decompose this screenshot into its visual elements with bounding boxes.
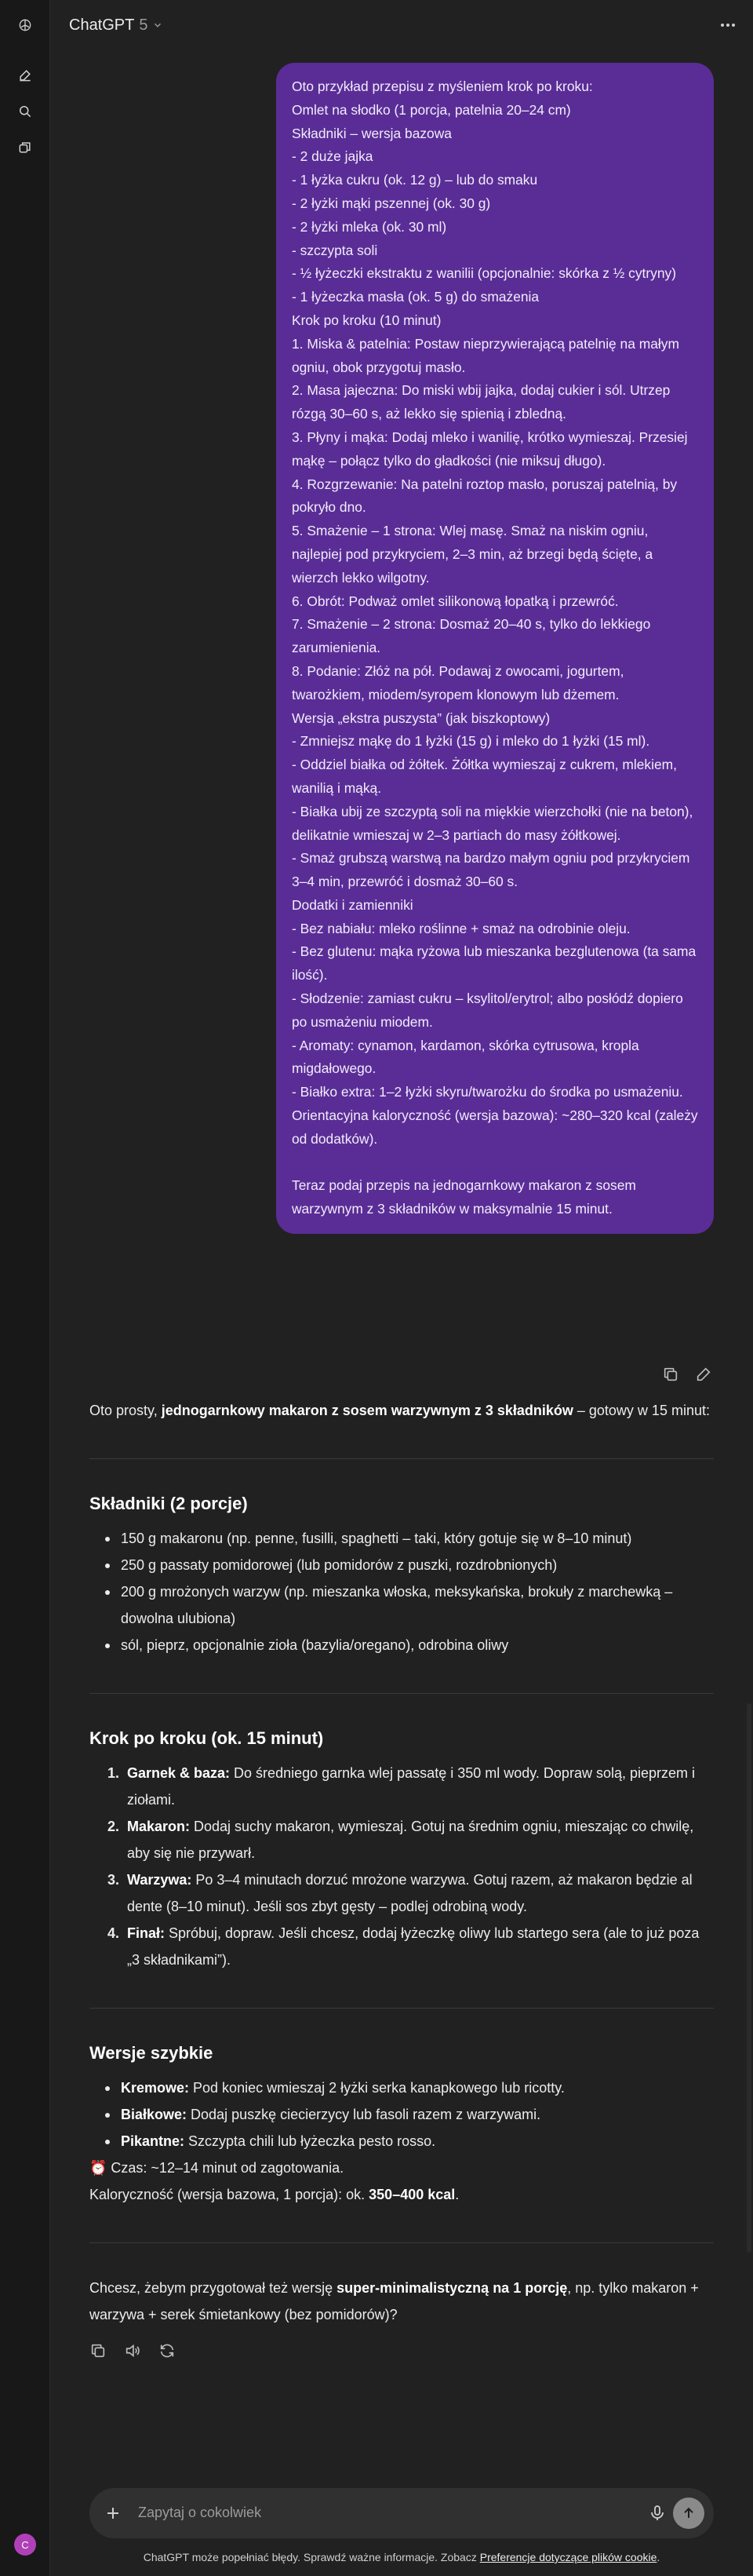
list-item: 150 g makaronu (np. penne, fusilli, spag… xyxy=(89,1525,714,1552)
user-message-line: - Bez nabiału: mleko roślinne + smaż na … xyxy=(292,920,631,936)
list-item: 3. Warzywa: Po 3–4 minutach dorzuć mrożon… xyxy=(107,1872,693,1914)
list-item: 1. Garnek & baza: Do średniego garnka wle… xyxy=(107,1765,696,1808)
assistant-message: Oto prosty, jednogarnkowy makaron z sose… xyxy=(89,1397,714,2328)
divider xyxy=(89,1693,714,1694)
model-selector[interactable]: ChatGPT 5 xyxy=(69,16,163,35)
app-title: ChatGPT xyxy=(69,16,135,34)
ingredients-list: 150 g makaronu (np. penne, fusilli, spag… xyxy=(89,1525,714,1658)
user-message-line: 7. Smażenie – 2 strona: Dosmaż 20–40 s, … xyxy=(292,616,655,656)
user-message-line: Dodatki i zamienniki xyxy=(292,896,413,913)
user-message-line: - Zmniejsz mąkę do 1 łyżki (15 g) i mlek… xyxy=(292,733,650,750)
steps-list: 1. Garnek & baza: Do średniego garnka wle… xyxy=(89,1760,714,1973)
user-message-line: - Oddziel białka od żółtek. Żółtka wymie… xyxy=(292,757,681,796)
user-message-line: - 2 łyżki mąki pszennej (ok. 30 g) xyxy=(292,195,491,211)
user-message-line: - Słodzenie: zamiast cukru – ksylitol/er… xyxy=(292,991,687,1030)
header: ChatGPT 5 xyxy=(50,0,753,50)
list-item: Białkowe: Dodaj puszkę ciecierzycy lub f… xyxy=(89,2101,714,2128)
ingredients-heading: Składniki (2 porcje) xyxy=(89,1494,248,1513)
user-message-line: Składniki – wersja bazowa xyxy=(292,125,452,141)
user-message-line: - Białka ubij ze szczyptą soli na miękki… xyxy=(292,803,697,843)
user-message-line: - Aromaty: cynamon, kardamon, skórka cyt… xyxy=(292,1037,643,1077)
user-message-line: - Bez glutenu: mąka ryżowa lub mieszanka… xyxy=(292,943,700,983)
list-item: 2. Makaron: Dodaj suchy makaron, wymiesza… xyxy=(107,1819,694,1861)
divider xyxy=(89,2008,714,2009)
model-version: 5 xyxy=(139,16,148,34)
user-message-line: - 1 łyżka cukru (ok. 12 g) – lub do smak… xyxy=(292,172,538,188)
openai-logo-icon[interactable] xyxy=(13,13,38,38)
user-message-line: - 1 łyżeczka masła (ok. 5 g) do smażenia xyxy=(292,289,540,305)
library-icon[interactable] xyxy=(13,135,38,160)
regenerate-icon[interactable] xyxy=(158,2342,176,2359)
user-message-line xyxy=(292,1151,698,1175)
user-message-line: - Smaż grubszą warstwą na bardzo małym o… xyxy=(292,850,694,890)
user-message-line: 3. Płyny i mąka: Dodaj mleko i wanilię, … xyxy=(292,429,692,469)
composer: Zapytaj o cokolwiek xyxy=(89,2488,714,2538)
list-item: 250 g passaty pomidorowej (lub pomidorów… xyxy=(89,1552,714,1578)
assistant-intro: Oto prosty, jednogarnkowy makaron z sose… xyxy=(89,1403,710,1418)
arrow-up-icon xyxy=(684,2507,693,2518)
assistant-message-actions xyxy=(89,2342,176,2359)
user-message-line: 6. Obrót: Podważ omlet silikonową łopatk… xyxy=(292,593,619,609)
user-message-line: - ½ łyżeczki ekstraktu z wanilii (opcjon… xyxy=(292,265,676,282)
user-message-line: Teraz podaj przepis na jednogarnkowy mak… xyxy=(292,1177,640,1217)
more-options-icon[interactable] xyxy=(718,16,737,35)
user-message-line: - 2 duże jajka xyxy=(292,148,373,165)
user-message-line: - szczypta soli xyxy=(292,242,378,258)
list-item: Pikantne: Szczypta chili lub łyżeczka pe… xyxy=(89,2128,714,2155)
divider xyxy=(89,2242,714,2243)
copy-icon[interactable] xyxy=(89,2342,107,2359)
list-item: 4. Finał: Spróbuj, dopraw. Jeśli chcesz, … xyxy=(107,1925,700,1968)
list-item: 200 g mrożonych warzyw (np. mieszanka wł… xyxy=(89,1578,714,1632)
user-message-line: 1. Miska & patelnia: Postaw nieprzywiera… xyxy=(292,335,683,375)
time-note: ⏰ Czas: ~12–14 minut od zagotowania. xyxy=(89,2160,344,2176)
cookie-preferences-link[interactable]: Preferencje dotyczące plików cookie xyxy=(480,2551,657,2563)
edit-icon[interactable] xyxy=(695,1366,712,1383)
user-message-line: Omlet na słodko (1 porcja, patelnia 20–2… xyxy=(292,101,571,118)
user-message-line: Oto przykład przepisu z myśleniem krok p… xyxy=(292,78,593,94)
microphone-icon[interactable] xyxy=(648,2504,667,2523)
scrollbar[interactable] xyxy=(747,1703,751,2253)
variants-list: Kremowe: Pod koniec wmieszaj 2 łyżki ser… xyxy=(89,2074,714,2155)
list-item: Kremowe: Pod koniec wmieszaj 2 łyżki ser… xyxy=(89,2074,714,2101)
send-button[interactable] xyxy=(673,2498,704,2529)
user-message-line: Orientacyjna kaloryczność (wersja bazowa… xyxy=(292,1107,702,1147)
user-message-line: 8. Podanie: Złóż na pół. Podawaj z owoca… xyxy=(292,662,628,702)
variants-heading: Wersje szybkie xyxy=(89,2043,213,2063)
message-input[interactable]: Zapytaj o cokolwiek xyxy=(138,2505,261,2521)
copy-icon[interactable] xyxy=(662,1366,679,1383)
user-message-line: - Białko extra: 1–2 łyżki skyru/twarożku… xyxy=(292,1084,683,1100)
list-item: sól, pieprz, opcjonalnie zioła (bazylia/… xyxy=(89,1632,714,1658)
plus-icon[interactable] xyxy=(104,2504,122,2523)
user-message-line: 4. Rozgrzewanie: Na patelni roztop masło… xyxy=(292,476,681,516)
calorie-note: Kaloryczność (wersja bazowa, 1 porcja): … xyxy=(89,2187,460,2202)
steps-heading: Krok po kroku (ok. 15 minut) xyxy=(89,1728,324,1748)
disclaimer: ChatGPT może popełniać błędy. Sprawdź wa… xyxy=(143,2551,660,2563)
user-message-line: Krok po kroku (10 minut) xyxy=(292,312,442,328)
user-message-line: 2. Masa jajeczna: Do miski wbij jajka, d… xyxy=(292,382,675,422)
assistant-question: Chcesz, żebym przygotował też wersję sup… xyxy=(89,2280,699,2322)
user-message-line: 5. Smażenie – 1 strona: Wlej masę. Smaż … xyxy=(292,523,657,586)
read-aloud-icon[interactable] xyxy=(124,2342,141,2359)
user-message-bubble: Oto przykład przepisu z myśleniem krok p… xyxy=(276,63,714,1235)
user-message-line: - 2 łyżki mleka (ok. 30 ml) xyxy=(292,218,447,235)
search-icon[interactable] xyxy=(13,99,38,124)
left-rail: C xyxy=(0,0,50,2576)
chevron-down-icon xyxy=(155,23,162,27)
user-message-line: Wersja „ekstra puszysta” (jak biszkoptow… xyxy=(292,710,551,726)
new-chat-icon[interactable] xyxy=(13,63,38,88)
divider xyxy=(89,1458,714,1459)
user-message-actions xyxy=(662,1366,712,1383)
avatar[interactable]: C xyxy=(14,2534,36,2556)
